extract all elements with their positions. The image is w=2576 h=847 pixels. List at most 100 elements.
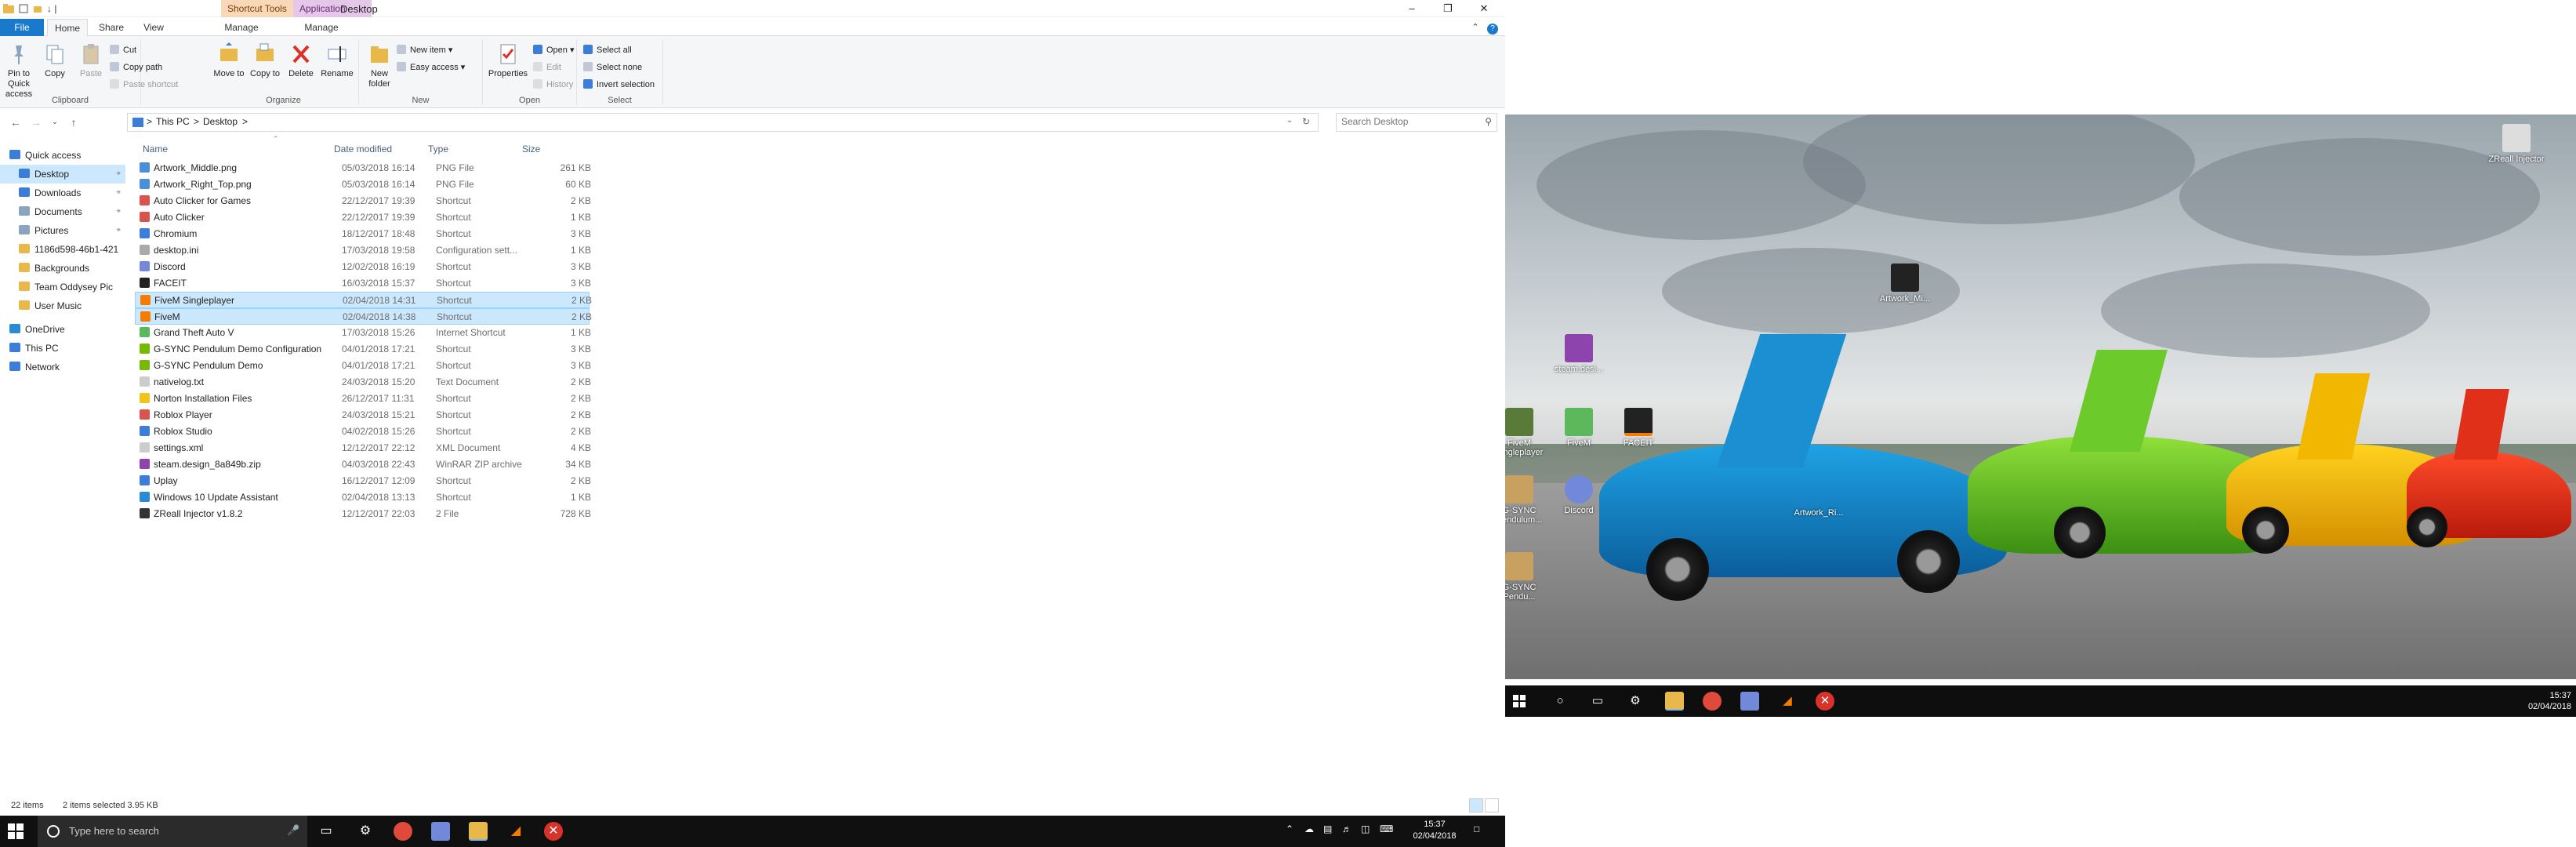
address-dropdown-icon[interactable]: ⌄ bbox=[1286, 116, 1293, 125]
details-view-button[interactable] bbox=[1469, 798, 1483, 812]
refresh-icon[interactable]: ↻ bbox=[1302, 116, 1310, 127]
tab-home[interactable]: Home bbox=[47, 19, 88, 36]
back-button[interactable]: ← bbox=[8, 115, 24, 130]
nav-item-documents[interactable]: Documents ⌖ bbox=[0, 202, 125, 221]
network-icon[interactable]: ▤ bbox=[1323, 823, 1332, 834]
table-row[interactable]: Grand Theft Auto V 17/03/2018 15:26 Intern… bbox=[135, 325, 591, 341]
up-button[interactable]: ↑ bbox=[66, 115, 82, 130]
new-item-button[interactable]: New item ▾ bbox=[397, 42, 452, 58]
faceit-icon[interactable]: ◢ bbox=[506, 822, 525, 841]
battery-icon[interactable]: ◫ bbox=[1361, 823, 1370, 834]
copy-path-button[interactable]: Copy path bbox=[110, 60, 162, 75]
table-row[interactable]: Windows 10 Update Assistant 02/04/2018 13… bbox=[135, 489, 591, 506]
copy-to-button[interactable]: Copy to bbox=[248, 42, 282, 79]
invert-selection-button[interactable]: Invert selection bbox=[583, 77, 655, 93]
paste-button[interactable]: Paste bbox=[74, 42, 108, 79]
search-box[interactable]: ⚲ bbox=[1336, 113, 1497, 132]
search-input[interactable] bbox=[1341, 116, 1475, 127]
table-row[interactable]: Discord 12/02/2018 16:19 Shortcut 3 KB bbox=[135, 259, 591, 275]
table-row[interactable]: Auto Clicker 22/12/2017 19:39 Shortcut 1 KB bbox=[135, 209, 591, 226]
recent-locations-button[interactable]: ⌄ bbox=[47, 115, 63, 130]
table-row[interactable]: nativelog.txt 24/03/2018 15:20 Text Docume… bbox=[135, 374, 591, 391]
desktop-icon-zreall-injector[interactable]: ZReall Injector bbox=[2485, 124, 2548, 164]
edit-button[interactable]: Edit bbox=[533, 60, 561, 75]
cut-button[interactable]: Cut bbox=[110, 42, 136, 58]
easy-access-button[interactable]: Easy access ▾ bbox=[397, 60, 465, 75]
pin-to-quick-access-button[interactable]: Pin to Quick access bbox=[2, 42, 36, 100]
tab-view[interactable]: View bbox=[135, 19, 172, 36]
tray-overflow-icon[interactable]: ⌃ bbox=[1286, 823, 1293, 834]
table-row[interactable]: ZReall Injector v1.8.2 12/12/2017 22:03 2 … bbox=[135, 506, 591, 522]
tab-manage-shortcut[interactable]: Manage bbox=[213, 19, 270, 36]
column-header-date[interactable]: Date modified bbox=[334, 140, 392, 158]
table-row[interactable]: settings.xml 12/12/2017 22:12 XML Document… bbox=[135, 440, 591, 456]
table-row[interactable]: steam.design_8a849b.zip 04/03/2018 22:43 W… bbox=[135, 456, 591, 473]
nav-item-onedrive[interactable]: OneDrive bbox=[0, 320, 125, 339]
new-folder-icon[interactable] bbox=[33, 4, 42, 13]
rename-button[interactable]: Rename bbox=[320, 42, 354, 79]
table-row[interactable]: Roblox Player 24/03/2018 15:21 Shortcut 2 K… bbox=[135, 407, 591, 424]
table-row[interactable]: Norton Installation Files 26/12/2017 11:3… bbox=[135, 391, 591, 407]
table-row[interactable]: Uplay 16/12/2017 12:09 Shortcut 2 KB bbox=[135, 473, 591, 489]
nav-item-network[interactable]: Network bbox=[0, 358, 125, 376]
file-explorer-icon[interactable] bbox=[469, 822, 488, 841]
tab-manage-application[interactable]: Manage bbox=[293, 19, 350, 36]
nav-item-pictures[interactable]: Pictures ⌖ bbox=[0, 221, 125, 240]
open-button[interactable]: Open ▾ bbox=[533, 42, 575, 58]
nav-item-backgrounds[interactable]: Backgrounds bbox=[0, 259, 125, 278]
onedrive-icon[interactable]: ☁ bbox=[1304, 823, 1314, 834]
taskbar-clock[interactable]: 15:37 02/04/2018 bbox=[1411, 819, 1458, 842]
tab-file[interactable]: File bbox=[0, 19, 44, 36]
breadcrumb-desktop[interactable]: Desktop bbox=[203, 116, 238, 127]
properties-icon[interactable] bbox=[19, 4, 28, 13]
delete-button[interactable]: Delete bbox=[284, 42, 318, 79]
select-all-button[interactable]: Select all bbox=[583, 42, 632, 58]
quick-access-dropdown[interactable]: ↓ | bbox=[47, 3, 56, 14]
column-header-type[interactable]: Type bbox=[428, 140, 448, 158]
microphone-icon[interactable]: 🎤 bbox=[287, 824, 299, 837]
table-row[interactable]: Chromium 18/12/2017 18:48 Shortcut 3 KB bbox=[135, 226, 591, 242]
nav-item-folder-1186d598[interactable]: 1186d598-46b1-421 bbox=[0, 240, 125, 259]
nav-item-user-music[interactable]: User Music bbox=[0, 296, 125, 315]
desktop-icon-gsync-demo[interactable]: G-SYNC Pendu... bbox=[1505, 552, 1551, 602]
settings-icon[interactable]: ⚙ bbox=[356, 822, 375, 841]
tab-share[interactable]: Share bbox=[91, 19, 132, 36]
table-row[interactable]: Roblox Studio 04/02/2018 15:26 Shortcut 2 K… bbox=[135, 424, 591, 440]
desktop-icon-fivem-singleplayer[interactable]: FiveM Singleplayer bbox=[1505, 408, 1551, 457]
select-none-button[interactable]: Select none bbox=[583, 60, 642, 75]
history-button[interactable]: History bbox=[533, 77, 573, 93]
new-folder-button[interactable]: New folder bbox=[362, 42, 397, 89]
table-row[interactable]: Artwork_Right_Top.png 05/03/2018 16:14 PNG… bbox=[135, 176, 591, 193]
chrome-icon[interactable] bbox=[394, 822, 412, 841]
close-button[interactable]: ✕ bbox=[1466, 0, 1502, 17]
help-icon[interactable]: ? bbox=[1485, 19, 1500, 36]
column-header-size[interactable]: Size bbox=[522, 140, 540, 158]
table-row[interactable]: G-SYNC Pendulum Demo Configuration 04/01/… bbox=[135, 341, 591, 358]
desktop-icon-discord[interactable]: Discord bbox=[1547, 475, 1610, 515]
nav-item-downloads[interactable]: Downloads ⌖ bbox=[0, 184, 125, 202]
nav-item-team-oddysey-pic[interactable]: Team Oddysey Pic bbox=[0, 278, 125, 296]
windows-start-icon[interactable] bbox=[8, 823, 24, 839]
paste-shortcut-button[interactable]: Paste shortcut bbox=[110, 77, 178, 93]
task-view-icon[interactable]: ▭ bbox=[317, 822, 336, 841]
desktop-icon-steam-design[interactable]: steam.desi... bbox=[1547, 334, 1610, 374]
desktop-icon-gsync-config[interactable]: G-SYNC Pendulum... bbox=[1505, 475, 1551, 525]
breadcrumb-this-pc[interactable]: This PC bbox=[156, 116, 190, 127]
column-header-name[interactable]: Name bbox=[143, 140, 168, 158]
notifications-icon[interactable]: □ bbox=[1474, 823, 1479, 834]
volume-icon[interactable]: ♬ bbox=[1342, 823, 1351, 834]
properties-button[interactable]: Properties bbox=[486, 42, 530, 79]
address-bar[interactable]: > This PC > Desktop > ⌄ ↻ bbox=[127, 113, 1319, 132]
restore-button[interactable]: ❐ bbox=[1430, 0, 1466, 17]
nav-item-this-pc[interactable]: This PC bbox=[0, 339, 125, 358]
close-app-icon[interactable]: ✕ bbox=[544, 822, 563, 841]
collapse-ribbon-icon[interactable]: ⌃ bbox=[1468, 19, 1483, 36]
forward-button[interactable]: → bbox=[28, 115, 44, 130]
copy-button[interactable]: Copy bbox=[38, 42, 72, 79]
large-icons-view-button[interactable] bbox=[1485, 798, 1499, 812]
table-row[interactable]: FiveM Singleplayer 02/04/2018 14:31 Shortc… bbox=[135, 292, 592, 308]
desktop-icon-fivem[interactable]: FiveM bbox=[1547, 408, 1610, 448]
desktop-icon-artwork-middle[interactable]: Artwork_Mi... bbox=[1874, 264, 1936, 304]
input-icon[interactable]: ⌨ bbox=[1380, 823, 1393, 834]
table-row[interactable]: Auto Clicker for Games 22/12/2017 19:39 Sh… bbox=[135, 193, 591, 209]
